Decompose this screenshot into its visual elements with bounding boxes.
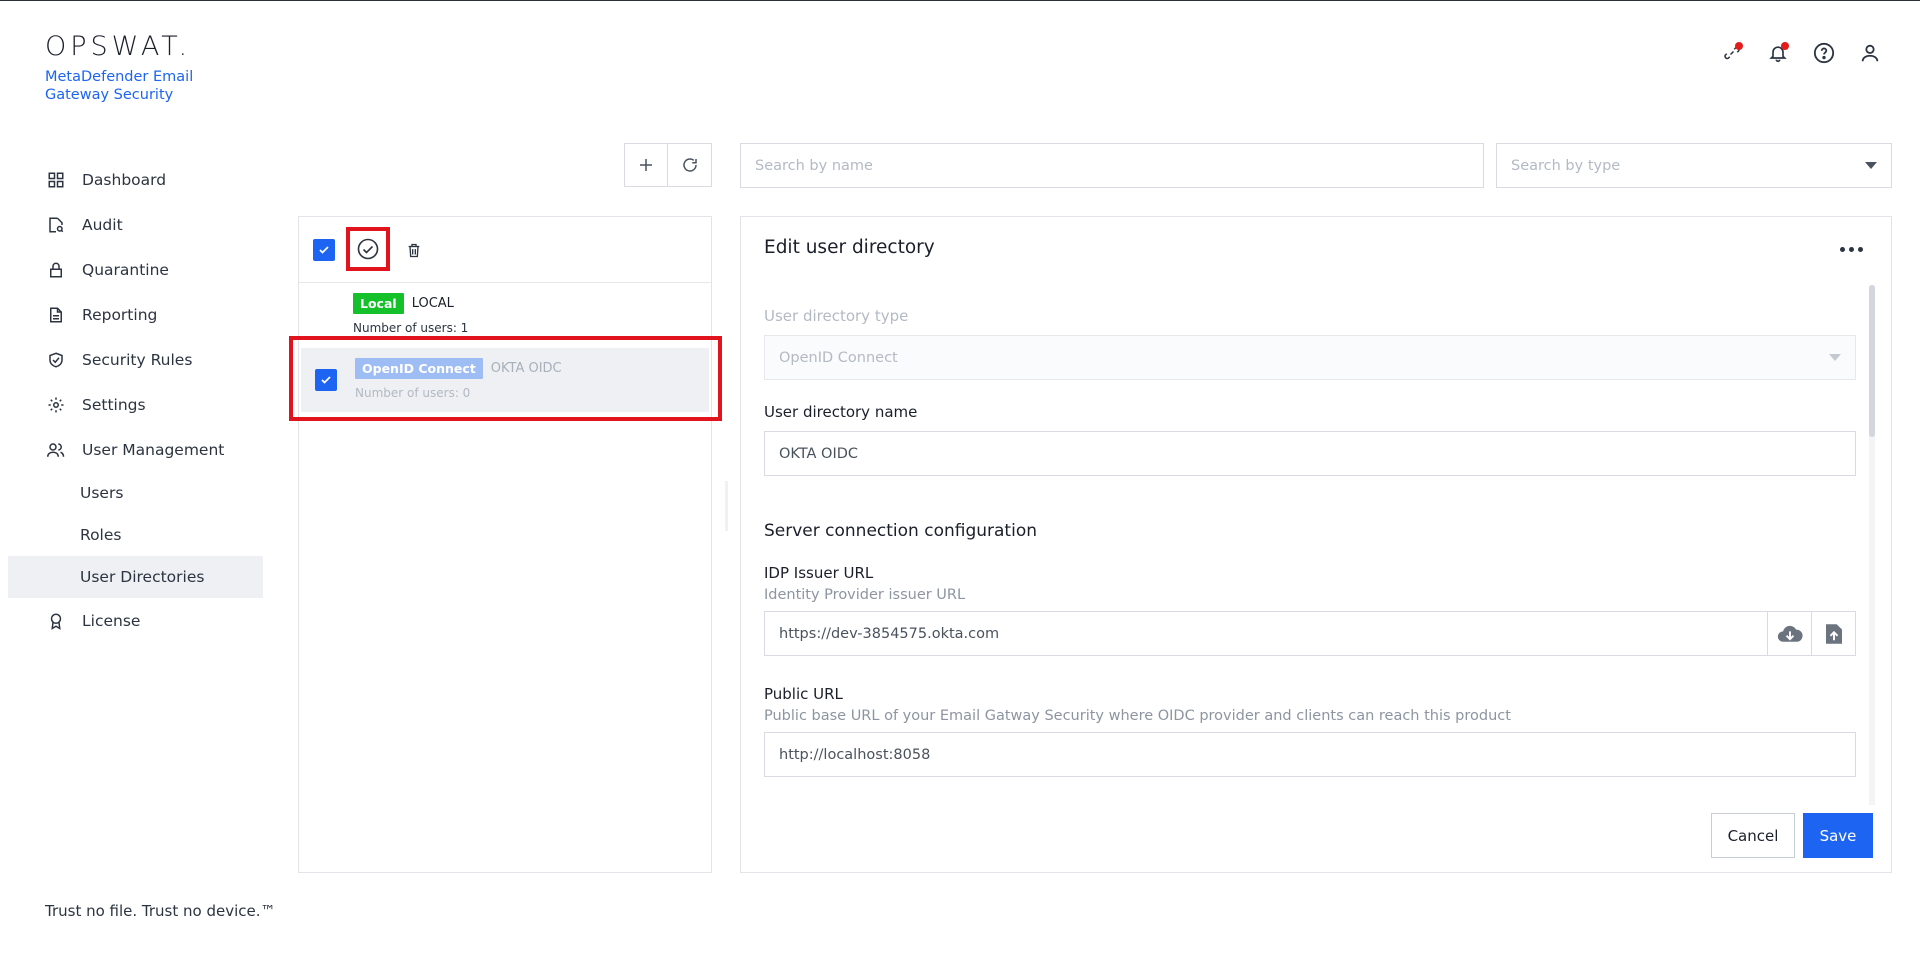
sidebar-item-label: Dashboard [82, 170, 167, 189]
public-url-label: Public URL [764, 685, 843, 703]
cancel-button[interactable]: Cancel [1711, 813, 1795, 858]
sidebar: Dashboard Audit Quarantine Reporting Sec… [8, 157, 263, 643]
sidebar-item-label: Quarantine [82, 260, 169, 279]
document-icon [46, 305, 66, 325]
footer-tagline: Trust no file. Trust no device.™ [45, 902, 276, 920]
edit-panel: Edit user directory User directory type … [740, 216, 1892, 873]
sidebar-item-label: User Management [82, 440, 225, 459]
sidebar-item-settings[interactable]: Settings [8, 382, 263, 427]
link-icon[interactable] [1720, 41, 1744, 65]
shield-check-icon [46, 350, 66, 370]
scrollbar-thumb[interactable] [1869, 285, 1875, 437]
award-icon [46, 611, 66, 631]
chevron-down-icon [1865, 162, 1877, 169]
notification-dot [1735, 42, 1743, 50]
sidebar-item-dashboard[interactable]: Dashboard [8, 157, 263, 202]
search-type-placeholder: Search by type [1511, 157, 1621, 174]
checkmark-icon [319, 246, 329, 254]
search-type-select[interactable]: Search by type [1496, 143, 1892, 188]
list-header [299, 217, 711, 283]
gear-icon [46, 395, 66, 415]
directory-name-input[interactable]: OKTA OIDC [764, 431, 1856, 476]
sidebar-item-label: Security Rules [82, 350, 193, 369]
upload-button[interactable] [1811, 612, 1855, 655]
trash-icon [408, 243, 420, 257]
idp-label: IDP Issuer URL [764, 564, 874, 582]
refresh-button[interactable] [668, 143, 712, 187]
chevron-down-icon [1829, 354, 1841, 361]
idp-url-input[interactable]: https://dev-3854575.okta.com [765, 612, 1767, 655]
list-toolbar [624, 143, 712, 187]
sidebar-item-security-rules[interactable]: Security Rules [8, 337, 263, 382]
file-upload-icon [1825, 623, 1842, 644]
sidebar-item-quarantine[interactable]: Quarantine [8, 247, 263, 292]
sidebar-item-label: License [82, 611, 141, 630]
lock-icon [46, 260, 66, 280]
enable-button[interactable] [346, 227, 390, 271]
sidebar-item-license[interactable]: License [8, 598, 263, 643]
sidebar-item-reporting[interactable]: Reporting [8, 292, 263, 337]
sidebar-subitem-roles[interactable]: Roles [8, 514, 263, 556]
notification-dot [1781, 42, 1789, 50]
more-options-icon[interactable] [1840, 237, 1863, 261]
download-button[interactable] [1767, 612, 1811, 655]
dashboard-icon [46, 170, 66, 190]
type-label: User directory type [764, 307, 909, 325]
directory-list-panel: Local LOCAL Number of users: 1 OpenID Co… [298, 216, 712, 873]
idp-url-field: https://dev-3854575.okta.com [764, 611, 1856, 656]
bell-icon[interactable] [1766, 41, 1790, 65]
brand: OPSWAT. MetaDefender Email Gateway Secur… [45, 31, 205, 104]
user-icon[interactable] [1858, 41, 1882, 65]
idp-description: Identity Provider issuer URL [764, 587, 966, 603]
audit-icon [46, 215, 66, 235]
save-button[interactable]: Save [1803, 813, 1873, 858]
type-select: OpenID Connect [764, 335, 1856, 380]
directory-item-row: Local LOCAL [353, 293, 454, 314]
top-icons [1720, 41, 1882, 65]
section-title: Server connection configuration [764, 521, 1037, 541]
users-icon [46, 440, 66, 460]
product-name: MetaDefender Email Gateway Security [45, 69, 194, 103]
select-all-checkbox[interactable] [313, 239, 335, 261]
sidebar-item-label: Audit [82, 215, 123, 234]
refresh-icon [682, 158, 697, 172]
app-frame: OPSWAT. MetaDefender Email Gateway Secur… [0, 0, 1920, 956]
plus-icon [640, 159, 652, 171]
selection-highlight [289, 336, 722, 421]
cloud-download-icon [1777, 625, 1803, 642]
add-button[interactable] [624, 143, 668, 187]
delete-button[interactable] [403, 239, 425, 261]
public-url-description: Public base URL of your Email Gatway Sec… [764, 708, 1511, 724]
sidebar-item-audit[interactable]: Audit [8, 202, 263, 247]
directory-name: LOCAL [411, 296, 454, 311]
public-url-input[interactable]: http://localhost:8058 [764, 732, 1856, 777]
name-label: User directory name [764, 403, 918, 421]
sidebar-item-user-management[interactable]: User Management [8, 427, 263, 472]
type-value: OpenID Connect [779, 349, 898, 366]
user-count: Number of users: 1 [353, 321, 469, 335]
panel-splitter[interactable] [725, 481, 728, 531]
opswat-logo: OPSWAT. [45, 31, 192, 62]
sidebar-subitem-users[interactable]: Users [8, 472, 263, 514]
sidebar-item-label: Reporting [82, 305, 158, 324]
edit-title: Edit user directory [764, 237, 935, 258]
help-icon[interactable] [1812, 41, 1836, 65]
sidebar-subitem-user-directories[interactable]: User Directories [8, 556, 263, 598]
type-badge: Local [353, 293, 404, 314]
check-circle-icon [357, 238, 379, 260]
search-name-input[interactable]: Search by name [740, 143, 1484, 188]
sidebar-item-label: Settings [82, 395, 146, 414]
